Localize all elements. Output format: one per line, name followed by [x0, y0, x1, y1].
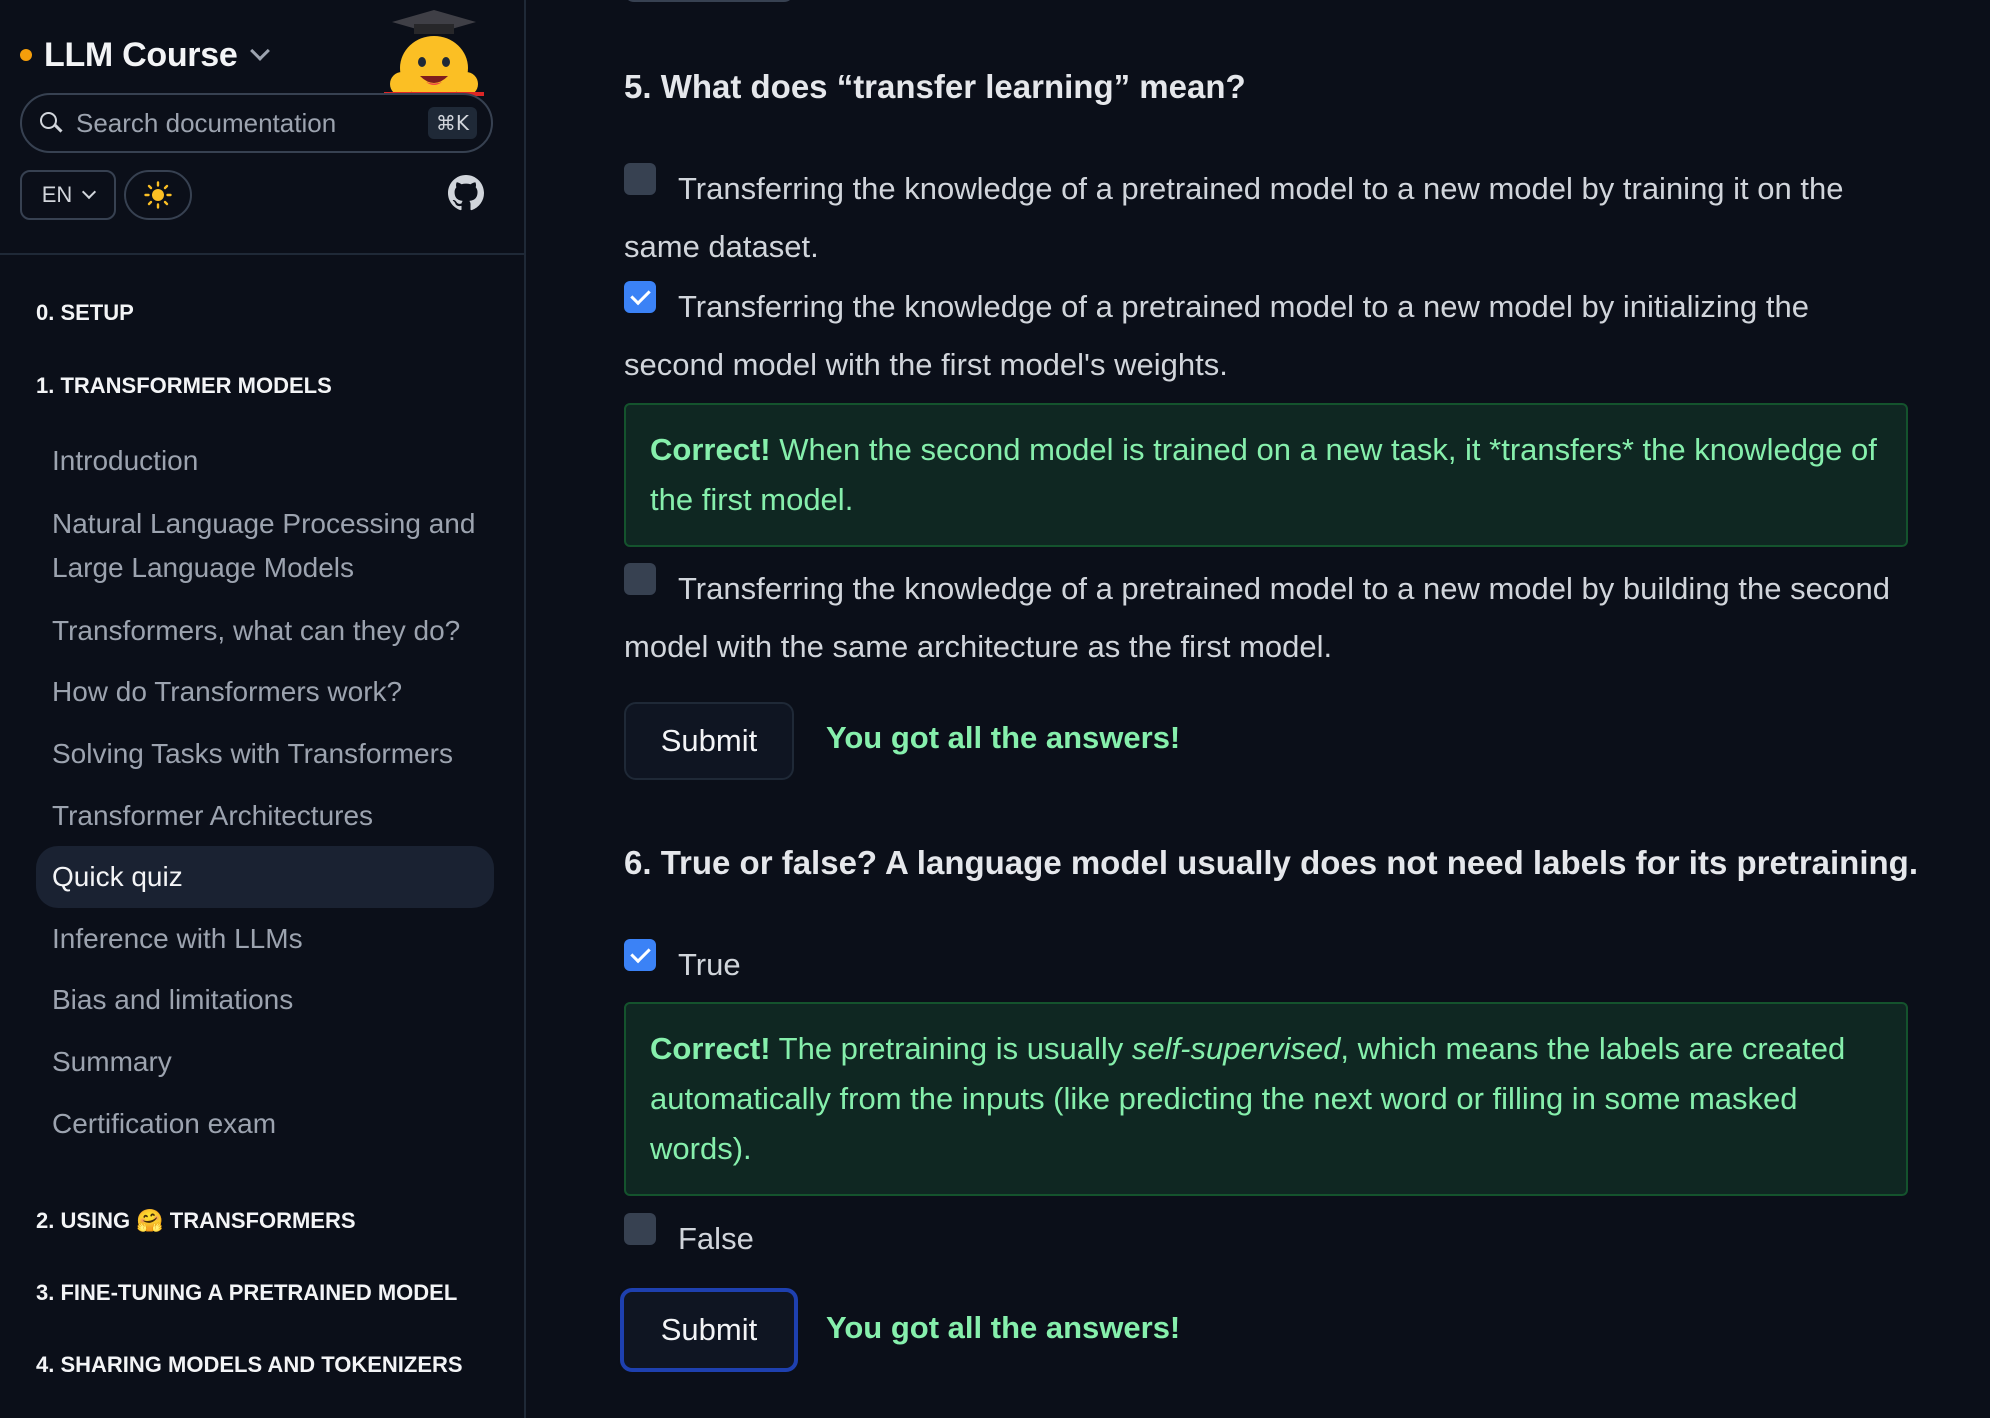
q6-option-true-label: True [678, 947, 741, 982]
question-6-title: 6. True or false? A language model usual… [624, 844, 1918, 881]
github-icon[interactable] [448, 175, 484, 211]
search-placeholder: Search documentation [76, 107, 337, 138]
nav-item-certification-exam[interactable]: Certification exam [36, 1102, 494, 1146]
quiz-content: 5. What does “transfer learning” mean? T… [528, 0, 1990, 1418]
sun-icon [144, 181, 172, 209]
q5-option-3[interactable]: Transferring the knowledge of a pretrain… [624, 560, 1908, 676]
nav-item-transformer-architectures[interactable]: Transformer Architectures [36, 794, 494, 838]
nav-section-setup[interactable]: 0. SETUP [36, 300, 134, 326]
nav-item-what-can-they-do[interactable]: Transformers, what can they do? [36, 609, 494, 653]
checkbox-checked-icon[interactable] [624, 938, 656, 971]
nav-item-summary[interactable]: Summary [36, 1040, 494, 1084]
q6-feedback-pre: The pretraining is usually [778, 1031, 1132, 1066]
q5-option-1-checkbox[interactable] [624, 162, 656, 195]
language-select[interactable]: EN [20, 170, 116, 220]
nav-section-sharing-models[interactable]: 4. SHARING MODELS AND TOKENIZERS [36, 1352, 463, 1378]
q5-option-1-label: Transferring the knowledge of a pretrain… [624, 171, 1844, 264]
hugging-face-mascot-icon [384, 10, 484, 96]
nav-item-nlp-and-llms[interactable]: Natural Language Processing and Large La… [36, 502, 494, 590]
nav-section-using-transformers[interactable]: 2. USING 🤗 TRANSFORMERS [36, 1208, 356, 1234]
q6-feedback-label: Correct! [650, 1031, 771, 1066]
q6-submit-button[interactable]: Submit [620, 1288, 798, 1372]
q6-feedback-emphasis: self-supervised [1131, 1031, 1341, 1066]
q5-option-2-label: Transferring the knowledge of a pretrain… [624, 289, 1809, 382]
language-label: EN [41, 182, 73, 207]
question-5-title: 5. What does “transfer learning” mean? [624, 68, 1246, 105]
search-shortcut-badge: ⌘K [427, 107, 477, 139]
nav-item-quick-quiz[interactable]: Quick quiz [36, 846, 494, 908]
nav-item-bias-and-limitations[interactable]: Bias and limitations [36, 978, 494, 1022]
brand-dot-icon [20, 49, 32, 61]
chevron-down-icon [250, 41, 271, 61]
q6-option-true[interactable]: True [624, 936, 1908, 994]
search-input[interactable]: Search documentation ⌘K [20, 93, 493, 153]
sidebar-divider [0, 253, 524, 255]
nav-item-inference-with-llms[interactable]: Inference with LLMs [36, 917, 494, 961]
q5-option-3-label: Transferring the knowledge of a pretrain… [624, 571, 1891, 664]
nav-item-introduction[interactable]: Introduction [36, 439, 494, 483]
sidebar: LLM Course Search documentation ⌘K EN 0.… [0, 0, 526, 1418]
q5-option-2[interactable]: Transferring the knowledge of a pretrain… [624, 278, 1908, 394]
checkbox-checked-icon[interactable] [624, 280, 656, 313]
q5-feedback-text: When the second model is trained on a ne… [650, 432, 1877, 517]
q5-feedback-label: Correct! [650, 432, 771, 467]
chevron-down-icon [82, 184, 97, 200]
q5-feedback-box: Correct! When the second model is traine… [624, 403, 1908, 547]
q6-result-text: You got all the answers! [826, 1310, 1181, 1345]
app-window: LLM Course Search documentation ⌘K EN 0.… [0, 0, 1990, 1418]
q5-submit-button[interactable]: Submit [624, 702, 794, 780]
q5-option-3-checkbox[interactable] [624, 562, 656, 595]
nav-section-fine-tuning[interactable]: 3. FINE-TUNING A PRETRAINED MODEL [36, 1280, 457, 1306]
nav-item-solving-tasks[interactable]: Solving Tasks with Transformers [36, 732, 494, 776]
q6-option-false-label: False [678, 1221, 754, 1256]
nav-section-transformer-models[interactable]: 1. TRANSFORMER MODELS [36, 373, 332, 399]
q6-feedback-box: Correct! The pretraining is usually self… [624, 1002, 1908, 1196]
q5-result-text: You got all the answers! [826, 720, 1181, 755]
brand-title: LLM Course [44, 35, 238, 74]
q5-option-1[interactable]: Transferring the knowledge of a pretrain… [624, 160, 1908, 276]
brand-switcher[interactable]: LLM Course [20, 30, 271, 80]
search-icon [40, 112, 63, 134]
theme-toggle-button[interactable] [124, 170, 192, 220]
previous-submit-button[interactable] [624, 0, 794, 2]
nav-item-how-do-transformers-work[interactable]: How do Transformers work? [36, 670, 494, 714]
q6-option-false-checkbox[interactable] [624, 1212, 656, 1245]
q6-option-false[interactable]: False [624, 1210, 1908, 1268]
